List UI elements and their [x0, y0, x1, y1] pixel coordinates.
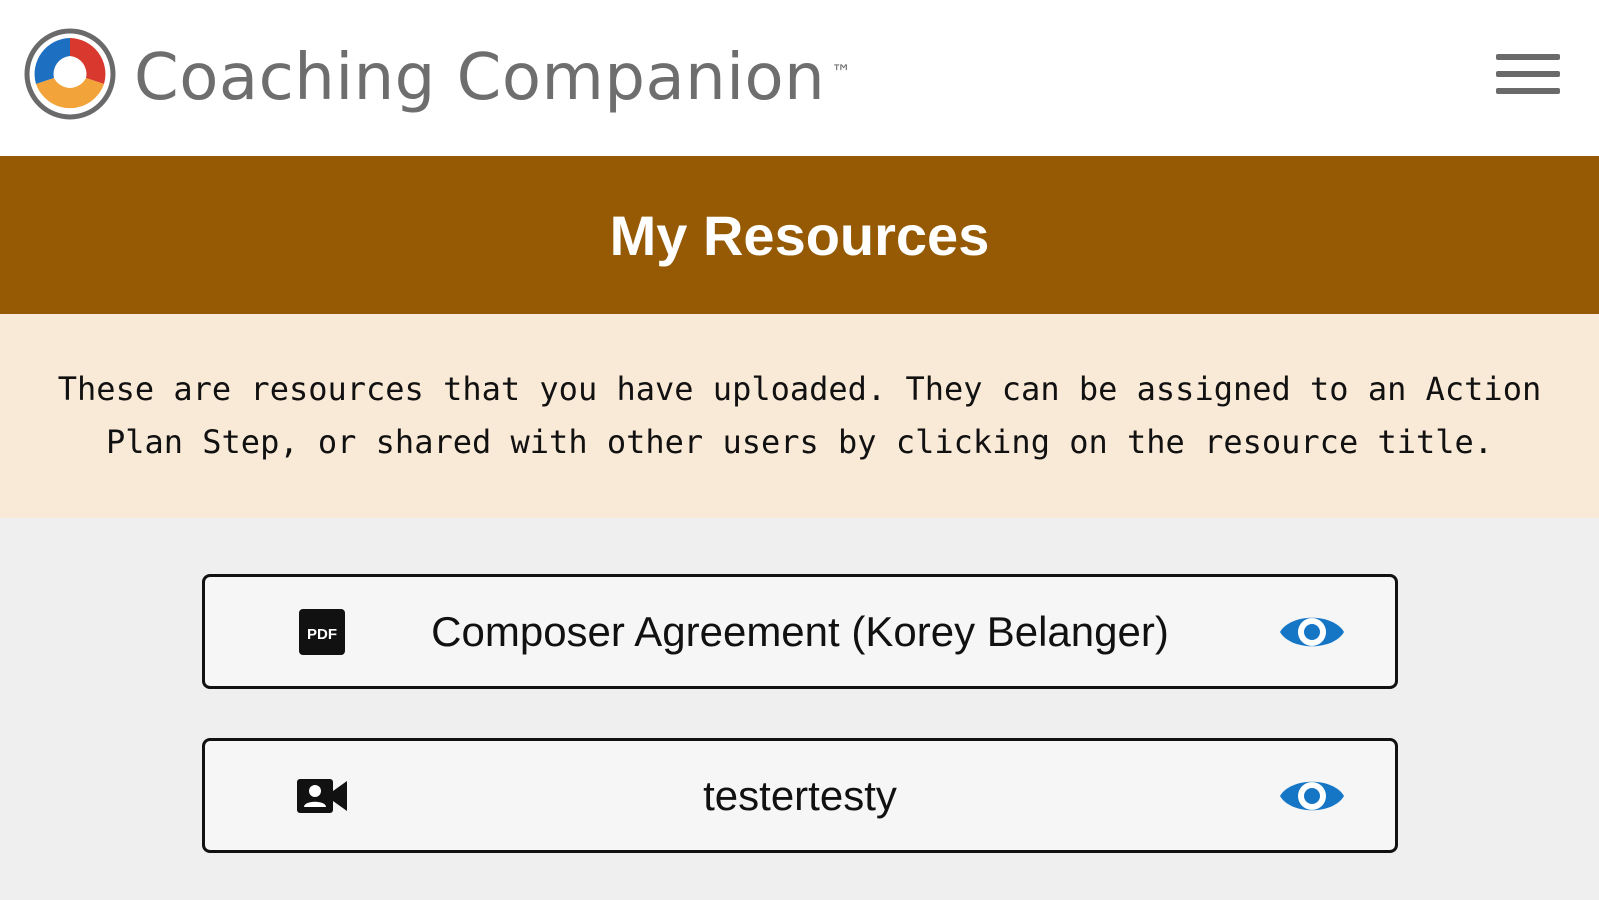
- page-description: These are resources that you have upload…: [57, 370, 1542, 461]
- brand-text: Coaching Companion: [134, 41, 826, 115]
- svg-text:PDF: PDF: [307, 626, 337, 643]
- resource-title[interactable]: testertesty: [365, 741, 1235, 850]
- resource-item[interactable]: PDF Composer Agreement (Korey Belanger): [202, 574, 1398, 689]
- coaching-companion-logo[interactable]: [24, 28, 116, 120]
- page-description-band: These are resources that you have upload…: [0, 314, 1599, 518]
- trademark-mark: ™: [831, 60, 852, 84]
- eye-icon[interactable]: [1277, 607, 1347, 657]
- resource-title[interactable]: Composer Agreement (Korey Belanger): [365, 577, 1235, 686]
- brand-name: Coaching Companion ™: [134, 38, 852, 118]
- hamburger-menu-icon[interactable]: [1496, 54, 1562, 104]
- resource-item[interactable]: testertesty: [202, 738, 1398, 853]
- video-camera-icon: [297, 779, 347, 813]
- eye-icon[interactable]: [1277, 771, 1347, 821]
- page-title-band: My Resources: [0, 156, 1599, 314]
- page-title: My Resources: [609, 203, 990, 267]
- pdf-icon: PDF: [299, 609, 345, 655]
- app-header: Coaching Companion ™: [0, 0, 1599, 156]
